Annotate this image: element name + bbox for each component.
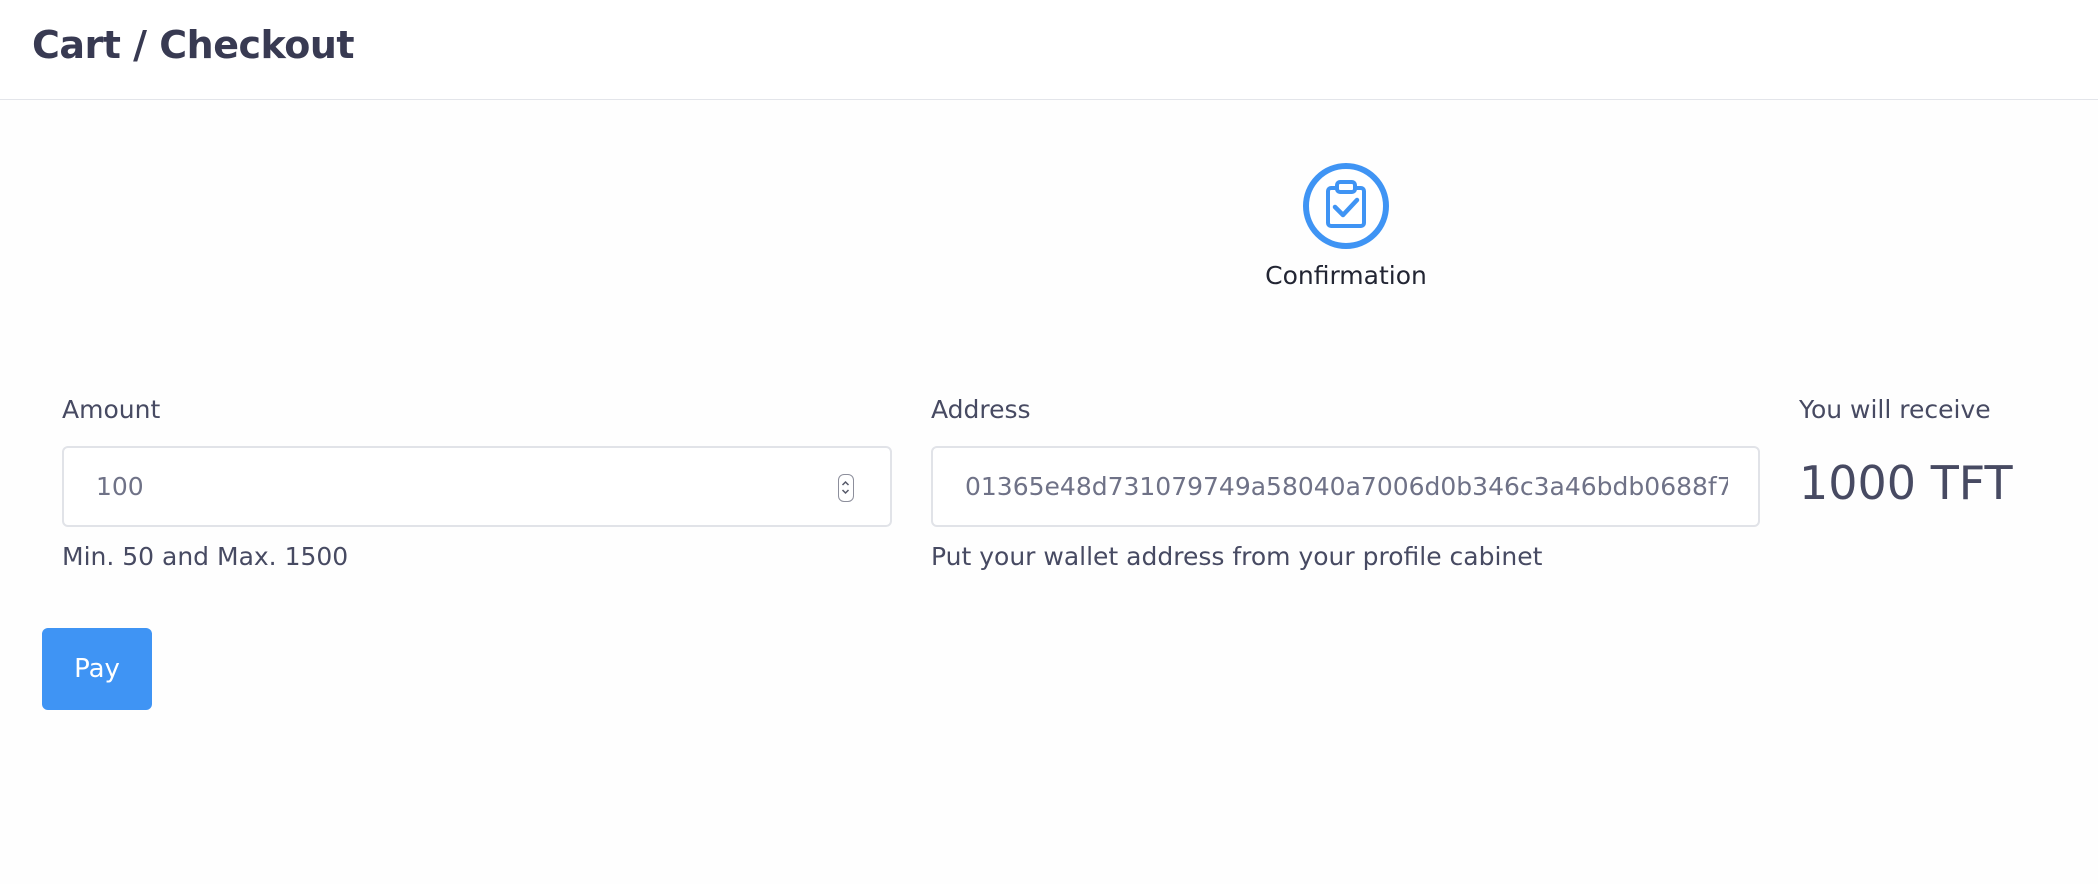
page-title: Cart / Checkout bbox=[32, 23, 355, 67]
page-header: Cart / Checkout bbox=[0, 0, 2098, 100]
amount-label: Amount bbox=[62, 395, 161, 424]
pay-button[interactable]: Pay bbox=[42, 628, 152, 710]
receive-amount: 1000 TFT bbox=[1799, 456, 2013, 510]
address-input[interactable] bbox=[933, 448, 1758, 525]
address-field bbox=[931, 446, 1760, 527]
number-stepper-icon[interactable] bbox=[838, 474, 854, 502]
step-label: Confirmation bbox=[1265, 261, 1427, 290]
amount-input[interactable] bbox=[64, 448, 890, 525]
address-help-text: Put your wallet address from your profil… bbox=[931, 542, 1543, 571]
receive-label: You will receive bbox=[1799, 395, 1991, 424]
checkout-step-confirmation: Confirmation bbox=[1246, 162, 1446, 292]
amount-help-text: Min. 50 and Max. 1500 bbox=[62, 542, 349, 571]
amount-field bbox=[62, 446, 892, 527]
address-label: Address bbox=[931, 395, 1031, 424]
clipboard-check-icon bbox=[1302, 162, 1390, 250]
